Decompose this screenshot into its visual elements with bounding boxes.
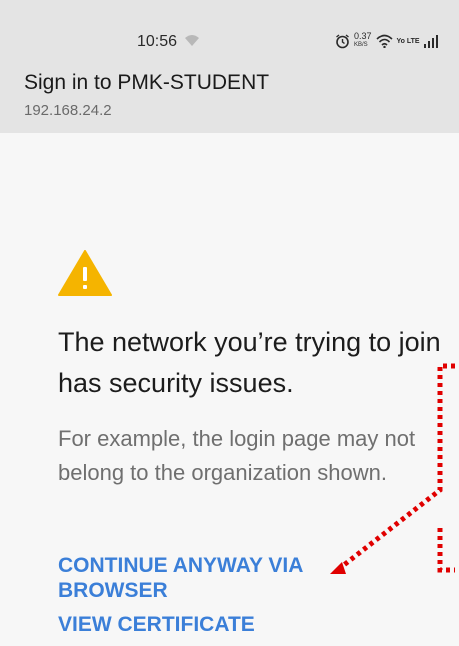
status-icons: 0.37 KB/S Yo LTE <box>335 32 438 50</box>
continue-anyway-button[interactable]: CONTINUE ANYWAY VIA BROWSER <box>58 553 358 603</box>
network-address: 192.168.24.2 <box>24 102 112 119</box>
signal-icon <box>423 34 438 48</box>
status-time: 10:56 <box>137 33 178 50</box>
warning-headline-text: The network you’re trying to join has se… <box>58 327 441 398</box>
network-type: Yo LTE <box>396 37 420 45</box>
status-bar: 10:56 0.37 KB/S Yo LTE <box>0 0 459 58</box>
network-speed: 0.37 KB/S <box>354 32 372 50</box>
wifi-icon <box>375 34 393 48</box>
warning-description: For example, the login page may not belo… <box>58 426 416 485</box>
view-certificate-button[interactable]: VIEW CERTIFICATE <box>58 612 255 637</box>
alarm-icon <box>336 33 349 48</box>
speed-value: 0.37 <box>354 31 372 41</box>
page-title: Sign in to PMK-STUDENT <box>24 71 270 94</box>
wifi-small-icon <box>185 35 199 46</box>
sign-in-header: Sign in to PMK-STUDENT 192.168.24.2 <box>0 58 459 133</box>
warning-icon <box>58 250 112 296</box>
speed-unit: KB/S <box>354 42 368 48</box>
warning-headline: The network you’re trying to join has se… <box>58 322 453 404</box>
